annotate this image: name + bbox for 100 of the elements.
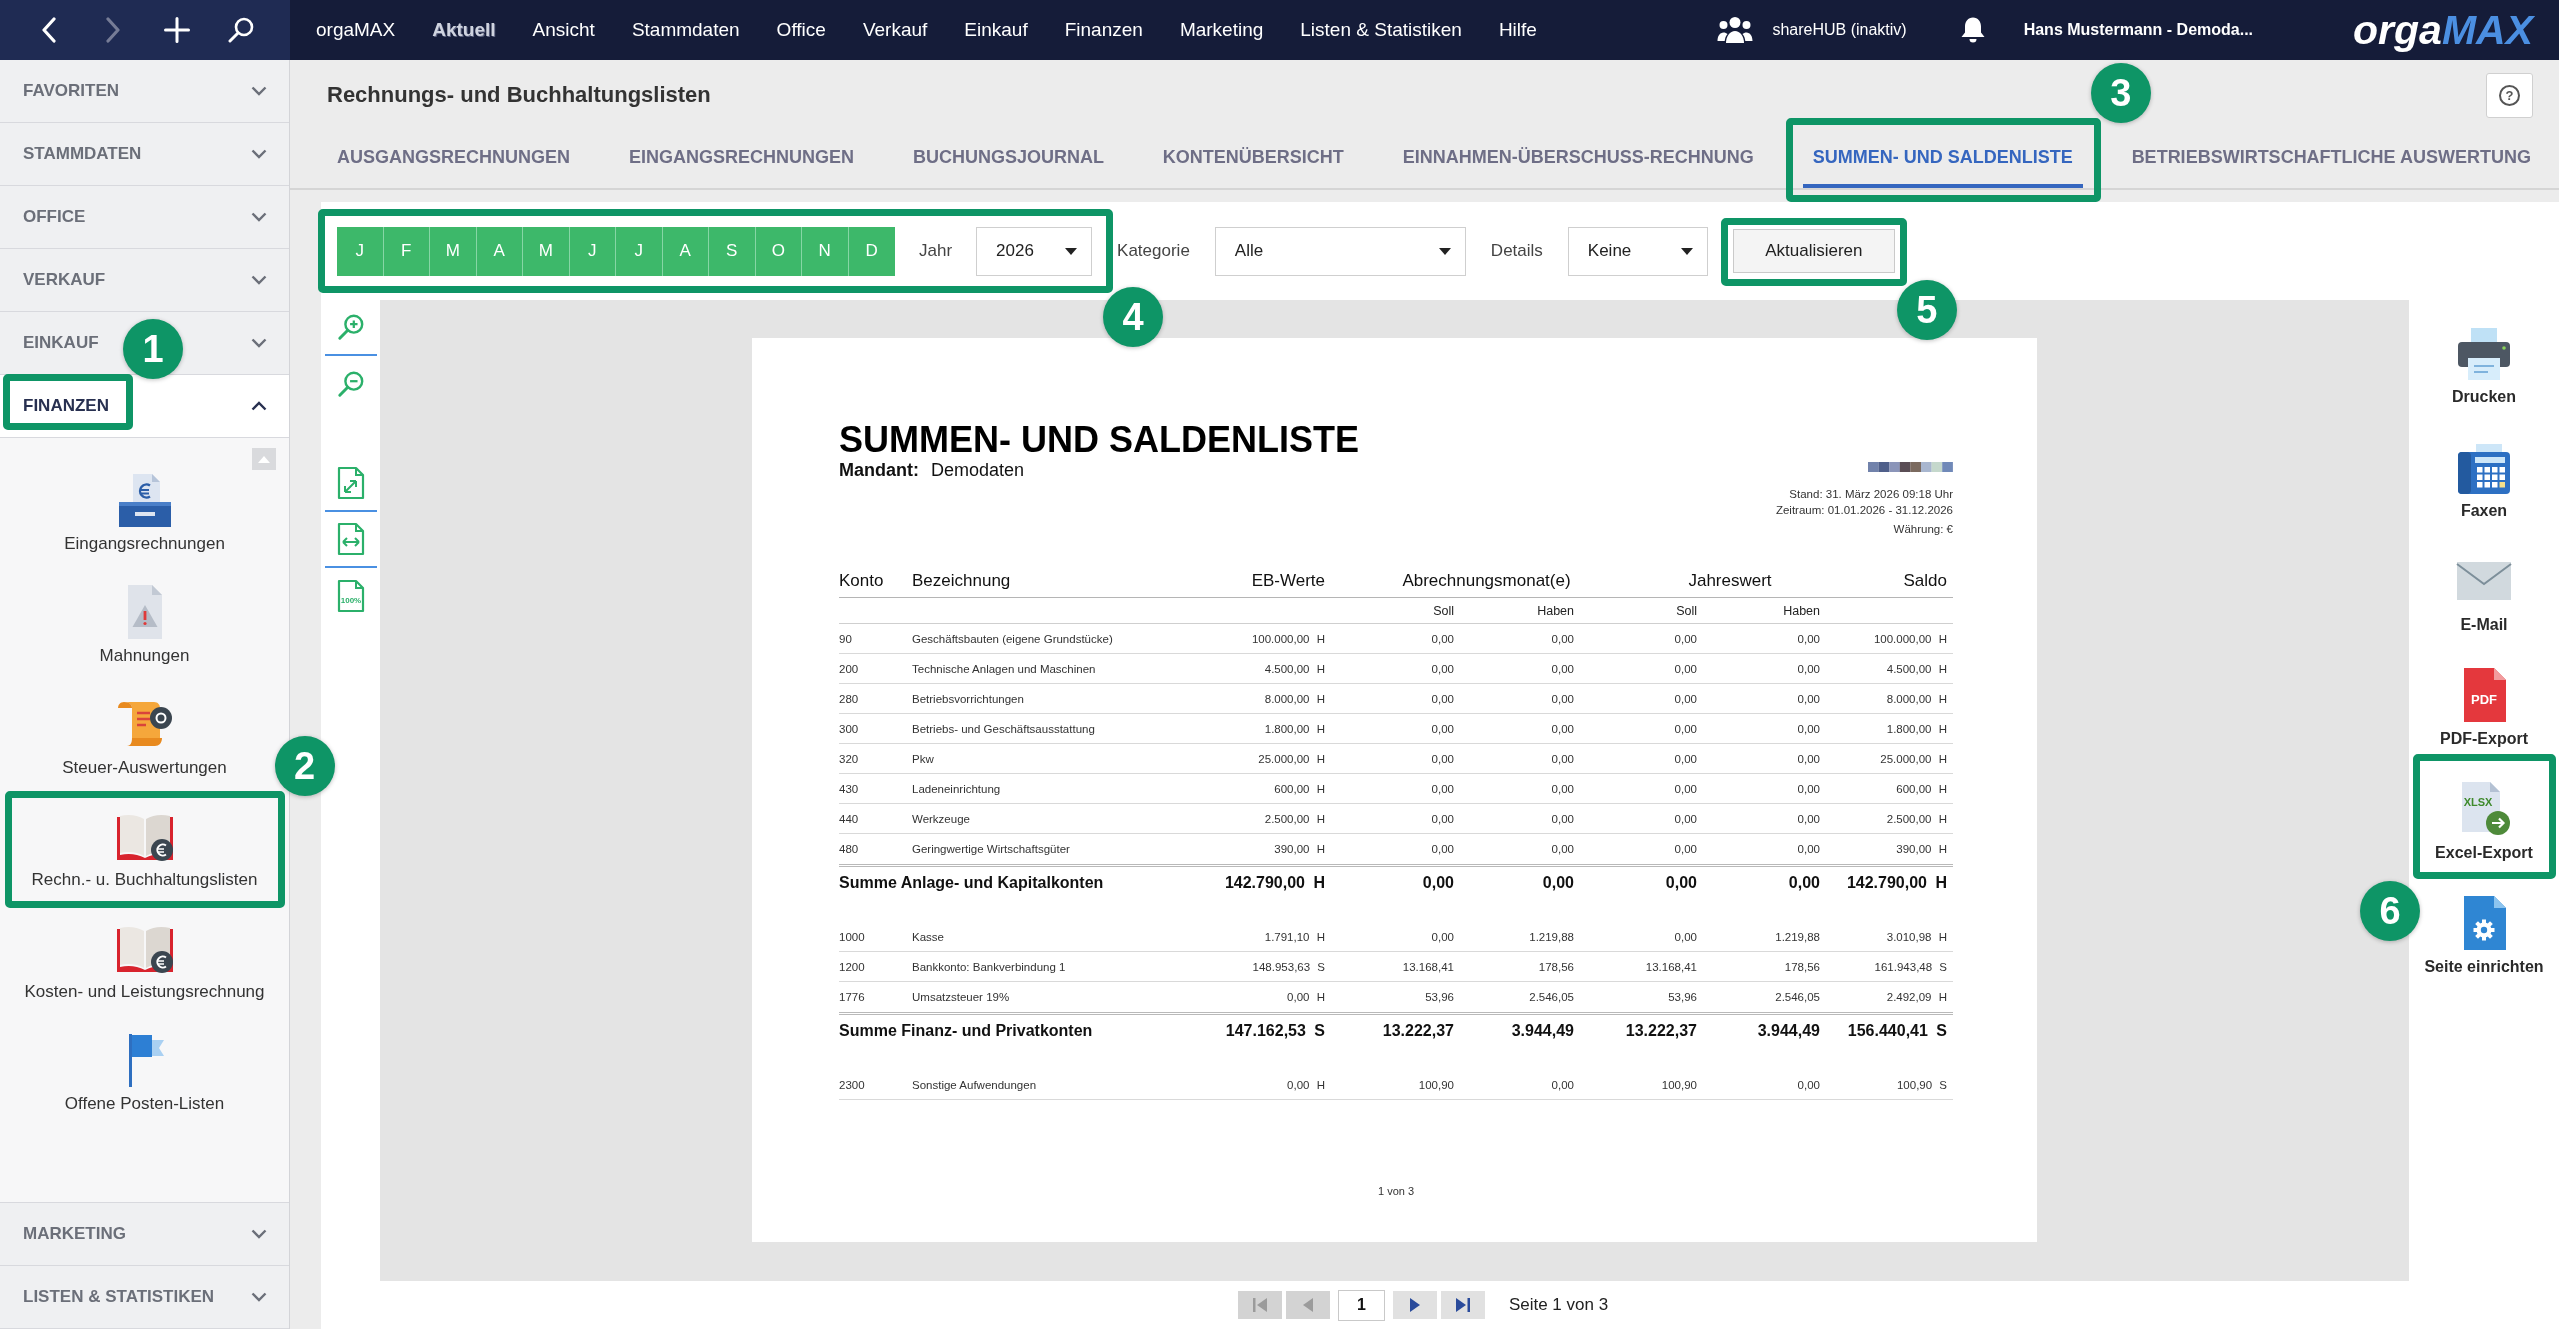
table-cell-text: 0,00 (1550, 782, 1574, 795)
table-cell-text: 1200 (839, 960, 866, 973)
table-cell-text: 0,00 (1673, 843, 1697, 855)
table-cell-text: 0,00 (1796, 752, 1820, 765)
table-cell-text: 2300 (839, 1078, 866, 1091)
total-label: Summe Anlage- und Kapitalkonten (839, 873, 1105, 892)
app-logo: orgaMAX (2353, 9, 2533, 51)
table-cell-text: 0,00 (1673, 722, 1697, 735)
page-100-percent-icon: 100% (336, 579, 365, 613)
table-cell-text: 0,00 (1673, 782, 1697, 795)
table-cell-text: 13.168,41 (1401, 960, 1454, 973)
table-cell-text: 0,00 (1430, 722, 1454, 735)
table-cell-text: 0,00 (1796, 662, 1820, 675)
report-info-line: Zeitraum: 01.01.2026 - 31.12.2026 (1775, 503, 1953, 518)
total-cell-text: 142.790,00 H (1223, 873, 1326, 892)
table-cell-text: 0,00 (1673, 930, 1697, 943)
table-cell-text: 2.500,00 H (1885, 812, 1948, 825)
table-cell-text: Sonstige Aufwendungen (912, 1078, 1038, 1091)
table-cell-text: 1.800,00 H (1263, 722, 1326, 735)
table-cell-text: 300 (839, 722, 860, 735)
total-cell-text: 3.944,49 (1756, 1021, 1820, 1040)
table-cell-text: 178,56 (1783, 960, 1820, 973)
table-cell-text: 600,00 H (1273, 782, 1326, 795)
table-cell-text: 3.010,98 H (1885, 930, 1948, 943)
table-cell-text: 0,00 (1550, 632, 1574, 645)
user-name: Hans Mustermann - Demoda... (2023, 21, 2254, 39)
table-cell-text: 0,00 (1430, 662, 1454, 675)
table-cell-text: 390,00 H (1273, 843, 1326, 855)
total-cell-text: 0,00 (1787, 873, 1820, 892)
table-cell-text: 0,00 (1673, 812, 1697, 825)
table-cell-text: 100,90 (1660, 1078, 1697, 1091)
table-cell-text: 13.168,41 (1644, 960, 1697, 973)
total-cell-text: 0,00 (1421, 873, 1454, 892)
column-header: EB-Werte (1250, 570, 1326, 591)
total-cell-text: 13.222,37 (1624, 1021, 1697, 1040)
table-cell-text: Ladeneinrichtung (912, 782, 1002, 795)
table-cell-text: 4.500,00 H (1885, 662, 1948, 675)
table-cell-text: 4.500,00 H (1263, 662, 1326, 675)
table-cell-text: 100,90 S (1895, 1078, 1948, 1091)
table-cell-text: 100.000,00 H (1250, 632, 1326, 645)
table-cell-text: 8.000,00 H (1885, 692, 1948, 705)
table-cell-text: 0,00 (1796, 722, 1820, 735)
table-cell-text: 2.546,05 (1774, 991, 1820, 1003)
table-cell-text: 0,00 (1796, 843, 1820, 855)
table-cell-text: 480 (839, 843, 860, 855)
table-cell-text: 0,00 (1430, 812, 1454, 825)
table-cell-text: 0,00 (1550, 662, 1574, 675)
table-cell-text: 1.791,10 H (1263, 930, 1326, 943)
client-name: Demodaten (931, 460, 1025, 480)
table-cell-text: 2.546,05 (1528, 991, 1574, 1003)
table-cell-text: 200 (839, 662, 860, 675)
table-cell-text: 0,00 (1796, 812, 1820, 825)
table-cell-text: 0,00 (1673, 692, 1697, 705)
column-header: Konto (839, 570, 885, 591)
table-cell-text: 178,56 (1537, 960, 1574, 973)
total-cell-text: 156.440,41 S (1846, 1021, 1948, 1040)
table-cell-text: Werkzeuge (912, 812, 971, 825)
table-cell-text: 0,00 (1430, 752, 1454, 765)
table-cell-text: 600,00 H (1895, 782, 1948, 795)
table-cell-text: Betriebs- und Geschäftsausstattung (912, 722, 1096, 735)
table-cell-text: 0,00 (1550, 722, 1574, 735)
table-cell-text: 0,00 (1550, 752, 1574, 765)
total-cell-text: 13.222,37 (1381, 1021, 1454, 1040)
table-cell-text: 148.953,63 S (1251, 960, 1326, 973)
column-subheader: Soll (1432, 603, 1454, 618)
table-cell-text: 0,00 (1673, 752, 1697, 765)
sharehub-status: shareHUB (inaktiv) (1772, 21, 1907, 39)
table-cell-text: 0,00 (1796, 632, 1820, 645)
table-cell-text: 0,00 (1550, 812, 1574, 825)
table-cell-text: 1.219,88 (1774, 930, 1820, 943)
table-cell-text: 25.000,00 H (1257, 752, 1326, 765)
table-cell-text: 100,90 (1417, 1078, 1454, 1091)
table-cell-text: 2.492,09 H (1885, 991, 1948, 1003)
table-cell-text: 1.219,88 (1528, 930, 1574, 943)
table-cell-text: 1776 (839, 991, 866, 1003)
table-cell-text: 0,00 (1796, 782, 1820, 795)
column-header: Abrechnungsmonat(e) (1401, 570, 1572, 591)
pdf-file-icon: PDF (2461, 667, 2507, 723)
table-cell-text: Geringwertige Wirtschaftsgüter (912, 843, 1071, 855)
table-cell-text: 161.943,48 S (1873, 960, 1948, 973)
total-cell-text: 0,00 (1541, 873, 1574, 892)
table-cell-text: Geschäftsbauten (eigene Grundstücke) (912, 632, 1114, 645)
column-header: Saldo (1902, 570, 1948, 591)
table-cell-text: Pkw (912, 752, 935, 765)
table-cell-text: 280 (839, 692, 860, 705)
table-cell-text: 0,00 (1673, 662, 1697, 675)
table-cell-text: 8.000,00 H (1263, 692, 1326, 705)
table-cell-text: 0,00 H (1286, 991, 1326, 1003)
page-title: Rechnungs- und Buchhaltungslisten (327, 82, 711, 108)
table-cell-text: 430 (839, 782, 860, 795)
total-cell-text: 0,00 (1664, 873, 1697, 892)
total-cell-text: 142.790,00 H (1845, 873, 1948, 892)
table-cell-text: 53,96 (1424, 991, 1454, 1003)
table-cell-text: 320 (839, 752, 860, 765)
table-cell-text: Bankkonto: Bankverbindung 1 (912, 960, 1067, 973)
table-cell-text: 0,00 (1550, 1078, 1574, 1091)
category-label: Kategorie (1117, 241, 1190, 261)
total-cell-text: 3.944,49 (1510, 1021, 1574, 1040)
table-cell-text: 0,00 (1430, 632, 1454, 645)
table-cell-text: 0,00 (1550, 692, 1574, 705)
